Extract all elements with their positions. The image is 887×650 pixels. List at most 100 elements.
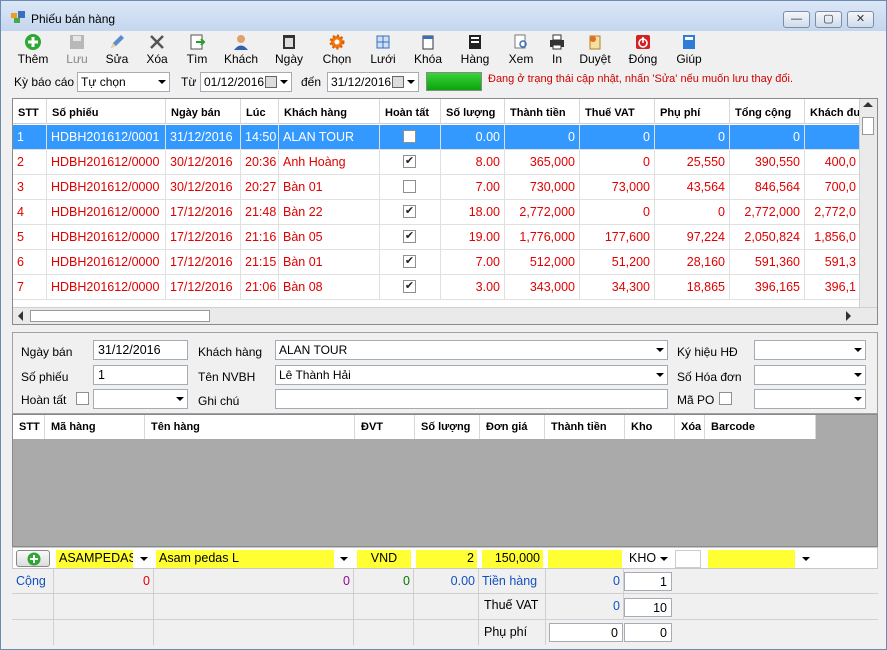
- from-date-picker[interactable]: 01/12/2016: [200, 72, 292, 92]
- so-luong-entry[interactable]: 2: [416, 550, 477, 568]
- item-col-xoa[interactable]: Xóa: [675, 415, 705, 439]
- lock-button[interactable]: Khóa: [411, 32, 445, 68]
- items-grid[interactable]: STT Mã hàng Tên hàng ĐVT Số lượng Đơn gi…: [12, 414, 878, 547]
- period-select[interactable]: Tự chọn: [77, 72, 170, 92]
- preview-button[interactable]: Xem: [505, 32, 537, 68]
- invoice-row[interactable]: 7 HDBH201612/0000 17/12/2016 21:06 Bàn 08 ✔ 3.…: [13, 275, 861, 300]
- hoan-tat-select[interactable]: [93, 389, 188, 409]
- ky-hieu-select[interactable]: [754, 340, 866, 360]
- col-khach-hang[interactable]: Khách hàng: [279, 99, 380, 124]
- period-label: Kỳ báo cáo: [14, 75, 75, 89]
- thue-vat-percent-input[interactable]: 10: [624, 598, 672, 617]
- col-thue-vat[interactable]: Thuế VAT: [580, 99, 655, 124]
- hoan-tat-checkbox[interactable]: ✔: [403, 230, 416, 243]
- col-khach-dua[interactable]: Khách đưa: [805, 99, 861, 124]
- invoice-row[interactable]: 4 HDBH201612/0000 17/12/2016 21:48 Bàn 22 ✔ 18…: [13, 200, 861, 225]
- ngay-ban-input[interactable]: 31/12/2016: [93, 340, 188, 360]
- scroll-up-icon[interactable]: [863, 102, 873, 107]
- hoan-tat-checkbox[interactable]: ✔: [403, 205, 416, 218]
- item-col-don-gia[interactable]: Đơn giá: [480, 415, 545, 439]
- invoice-row[interactable]: 3 HDBH201612/0000 30/12/2016 20:27 Bàn 01 7.0…: [13, 175, 861, 200]
- to-date-picker[interactable]: 31/12/2016: [327, 72, 419, 92]
- col-so-phieu[interactable]: Số phiếu: [47, 99, 166, 124]
- invoice-row[interactable]: 5 HDBH201612/0000 17/12/2016 21:16 Bàn 05 ✔ 19…: [13, 225, 861, 250]
- ma-hang-entry[interactable]: ASAMPEDASL: [56, 550, 133, 568]
- chevron-down-icon[interactable]: [802, 557, 810, 561]
- item-col-ma-hang[interactable]: Mã hàng: [45, 415, 145, 439]
- col-tong-cong[interactable]: Tổng cộng: [730, 99, 805, 124]
- hoan-tat-checkbox[interactable]: ✔: [403, 280, 416, 293]
- so-hoa-don-select[interactable]: [754, 365, 866, 385]
- khach-hang-select[interactable]: ALAN TOUR: [275, 340, 668, 360]
- minimize-button[interactable]: —: [783, 11, 810, 28]
- item-col-dvt[interactable]: ĐVT: [355, 415, 415, 439]
- nvbh-select[interactable]: Lê Thành Hải: [275, 365, 668, 385]
- hoan-tat-checkbox[interactable]: [403, 180, 416, 193]
- save-button[interactable]: Lưu: [61, 32, 93, 68]
- hoan-tat-checkbox[interactable]: [76, 392, 89, 405]
- delete-button[interactable]: Xóa: [141, 32, 173, 68]
- approve-button[interactable]: Duyệt: [577, 32, 613, 68]
- col-thanh-tien[interactable]: Thành tiền: [505, 99, 580, 124]
- ten-hang-entry[interactable]: Asam pedas L: [156, 550, 334, 568]
- item-col-so-luong[interactable]: Số lượng: [415, 415, 480, 439]
- vertical-scrollbar[interactable]: [859, 99, 877, 309]
- hoan-tat-checkbox[interactable]: [403, 130, 416, 143]
- tien-hang-qty-input[interactable]: 1: [624, 572, 672, 591]
- add-button[interactable]: Thêm: [15, 32, 51, 68]
- hoan-tat-checkbox[interactable]: ✔: [403, 155, 416, 168]
- select-button[interactable]: Chọn: [319, 32, 355, 68]
- phu-phi-percent-input[interactable]: 0: [624, 623, 672, 642]
- customer-button[interactable]: Khách: [221, 32, 261, 68]
- col-stt[interactable]: STT: [13, 99, 47, 124]
- ma-po-checkbox[interactable]: [719, 392, 732, 405]
- invoice-row[interactable]: 2 HDBH201612/0000 30/12/2016 20:36 Anh Hoàng…: [13, 150, 861, 175]
- scroll-left-icon[interactable]: [18, 311, 23, 321]
- find-button[interactable]: Tìm: [181, 32, 213, 68]
- col-luc[interactable]: Lúc: [241, 99, 279, 124]
- goods-button[interactable]: Hàng: [457, 32, 493, 68]
- dvt-entry[interactable]: VND: [357, 550, 411, 568]
- cell-vat: 0: [580, 200, 655, 225]
- phu-phi-input[interactable]: 0: [549, 623, 623, 642]
- item-col-ten-hang[interactable]: Tên hàng: [145, 415, 355, 439]
- maximize-button[interactable]: ▢: [815, 11, 842, 28]
- item-col-kho[interactable]: Kho: [625, 415, 675, 439]
- horizontal-scroll-thumb[interactable]: [30, 310, 210, 322]
- scroll-right-icon[interactable]: [846, 311, 851, 321]
- kho-entry[interactable]: KHO: [626, 550, 656, 568]
- so-phieu-input[interactable]: 1: [93, 365, 188, 385]
- help-button[interactable]: Giúp: [673, 32, 705, 68]
- col-ngay-ban[interactable]: Ngày bán: [166, 99, 241, 124]
- invoice-grid[interactable]: STT Số phiếu Ngày bán Lúc Khách hàng Hoà…: [12, 98, 878, 325]
- invoice-row[interactable]: 6 HDBH201612/0000 17/12/2016 21:15 Bàn 01 ✔ 7.…: [13, 250, 861, 275]
- chevron-down-icon[interactable]: [340, 557, 348, 561]
- item-col-thanh-tien[interactable]: Thành tiền: [545, 415, 625, 439]
- ngay-ban-label: Ngày bán: [21, 345, 73, 359]
- ma-po-select[interactable]: [754, 389, 866, 409]
- date-label: Ngày: [274, 52, 303, 66]
- date-button[interactable]: Ngày: [271, 32, 307, 68]
- chevron-down-icon[interactable]: [140, 557, 148, 561]
- cell-stt: 5: [13, 225, 47, 250]
- chevron-down-icon[interactable]: [660, 557, 668, 561]
- col-hoan-tat[interactable]: Hoàn tất: [380, 99, 441, 124]
- vertical-scroll-thumb[interactable]: [862, 117, 874, 135]
- horizontal-scrollbar[interactable]: [13, 307, 877, 324]
- close-form-button[interactable]: Đóng: [625, 32, 661, 68]
- xoa-entry[interactable]: [675, 550, 701, 568]
- grid-button[interactable]: Lưới: [367, 32, 399, 68]
- add-item-button[interactable]: [16, 550, 50, 567]
- col-phu-phi[interactable]: Phụ phí: [655, 99, 730, 124]
- barcode-entry[interactable]: [708, 550, 795, 568]
- edit-button[interactable]: Sửa: [101, 32, 133, 68]
- close-window-button[interactable]: ✕: [847, 11, 874, 28]
- ghi-chu-input[interactable]: [275, 389, 668, 409]
- invoice-row[interactable]: 1 HDBH201612/0001 31/12/2016 14:50 ALAN TOUR…: [13, 125, 861, 150]
- print-button[interactable]: In: [545, 32, 569, 68]
- don-gia-entry[interactable]: 150,000: [482, 550, 543, 568]
- col-so-luong[interactable]: Số lượng: [441, 99, 505, 124]
- item-col-barcode[interactable]: Barcode: [705, 415, 816, 439]
- item-col-stt[interactable]: STT: [13, 415, 45, 439]
- hoan-tat-checkbox[interactable]: ✔: [403, 255, 416, 268]
